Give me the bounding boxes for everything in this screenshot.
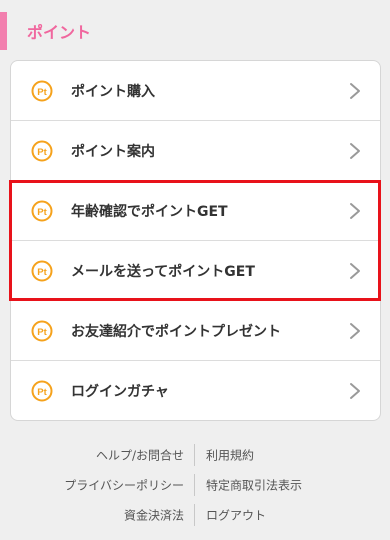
menu-item-age-verify-points[interactable]: Pt 年齢確認でポイントGET [11, 181, 380, 241]
pt-coin-icon: Pt [31, 320, 53, 341]
footer-divider [194, 474, 195, 496]
chevron-right-icon [350, 202, 360, 219]
pt-coin-icon: Pt [31, 200, 53, 221]
svg-text:Pt: Pt [37, 387, 47, 398]
points-page: ポイント Pt ポイント購入 Pt ポイント案内 Pt 年齢確認でポイントGET… [0, 0, 390, 540]
menu-item-buy-points[interactable]: Pt ポイント購入 [11, 61, 380, 121]
menu-item-points-guide[interactable]: Pt ポイント案内 [11, 121, 380, 181]
pt-coin-icon: Pt [31, 380, 53, 402]
menu-item-label: お友達紹介でポイントプレゼント [71, 323, 281, 340]
footer-link-privacy[interactable]: プライバシーポリシー [64, 477, 184, 494]
menu-item-label: メールを送ってポイントGET [71, 263, 255, 280]
footer-row: ヘルプ/お問合せ 利用規約 [0, 440, 390, 470]
menu-item-label: ポイント案内 [71, 143, 155, 160]
pt-coin-icon: Pt [31, 260, 53, 281]
menu-item-label: ポイント購入 [71, 83, 155, 100]
svg-text:Pt: Pt [37, 327, 47, 338]
footer-link-help[interactable]: ヘルプ/お問合せ [96, 447, 184, 464]
section-accent-bar [0, 12, 7, 50]
footer-link-logout[interactable]: ログアウト [206, 507, 266, 524]
svg-text:Pt: Pt [37, 207, 47, 218]
chevron-right-icon [350, 262, 360, 279]
section-title: ポイント [27, 23, 92, 42]
footer-link-payment-law[interactable]: 資金決済法 [124, 507, 184, 524]
footer-row: プライバシーポリシー 特定商取引法表示 [0, 470, 390, 500]
footer-link-terms[interactable]: 利用規約 [206, 447, 254, 464]
chevron-right-icon [350, 383, 360, 399]
menu-item-send-mail-points[interactable]: Pt メールを送ってポイントGET [11, 241, 380, 301]
footer-links: ヘルプ/お問合せ 利用規約 プライバシーポリシー 特定商取引法表示 資金決済法 … [0, 440, 390, 530]
footer-divider [194, 444, 195, 466]
section-header: ポイント [0, 12, 390, 50]
footer-divider [194, 504, 195, 526]
chevron-right-icon [350, 82, 360, 99]
svg-text:Pt: Pt [37, 87, 47, 98]
pt-coin-icon: Pt [31, 140, 53, 161]
svg-text:Pt: Pt [37, 147, 47, 158]
points-menu: Pt ポイント購入 Pt ポイント案内 Pt 年齢確認でポイントGET Pt メ… [10, 60, 381, 421]
svg-text:Pt: Pt [37, 267, 47, 278]
chevron-right-icon [350, 322, 360, 339]
menu-item-label: ログインガチャ [71, 384, 169, 400]
menu-item-label: 年齢確認でポイントGET [71, 203, 228, 220]
pt-coin-icon: Pt [31, 80, 53, 101]
chevron-right-icon [350, 142, 360, 159]
menu-item-friend-referral[interactable]: Pt お友達紹介でポイントプレゼント [11, 301, 380, 361]
footer-link-commercial-law[interactable]: 特定商取引法表示 [206, 477, 302, 494]
menu-item-login-gacha[interactable]: Pt ログインガチャ [11, 361, 380, 420]
footer-row: 資金決済法 ログアウト [0, 500, 390, 530]
